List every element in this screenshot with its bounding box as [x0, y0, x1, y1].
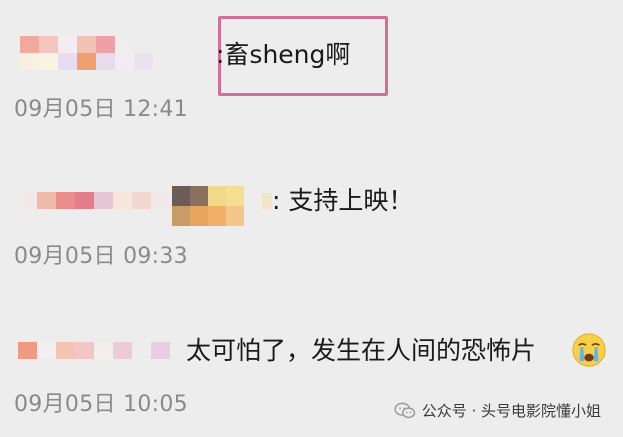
comment-timestamp: 09月05日 12:41 — [14, 97, 188, 122]
blurred-username — [18, 342, 170, 360]
wechat-watermark: 公众号 · 头号电影院懂小姐 — [394, 400, 601, 421]
blurred-avatar — [172, 186, 244, 226]
watermark-text: 公众号 · 头号电影院懂小姐 — [421, 402, 601, 420]
comment-text: : 支持上映！ — [272, 186, 414, 215]
comment-timestamp: 09月05日 10:05 — [14, 392, 188, 417]
crying-face-icon — [572, 333, 606, 367]
wechat-icon — [394, 402, 415, 418]
comment-text: 太可怕了，发生在人间的恐怖片 — [186, 336, 537, 365]
blurred-username — [20, 36, 153, 70]
comment-text: :畜sheng啊 — [216, 40, 351, 69]
comment-timestamp: 09月05日 09:33 — [14, 244, 188, 269]
blurred-username-tail — [262, 193, 272, 209]
blurred-username — [18, 192, 170, 210]
